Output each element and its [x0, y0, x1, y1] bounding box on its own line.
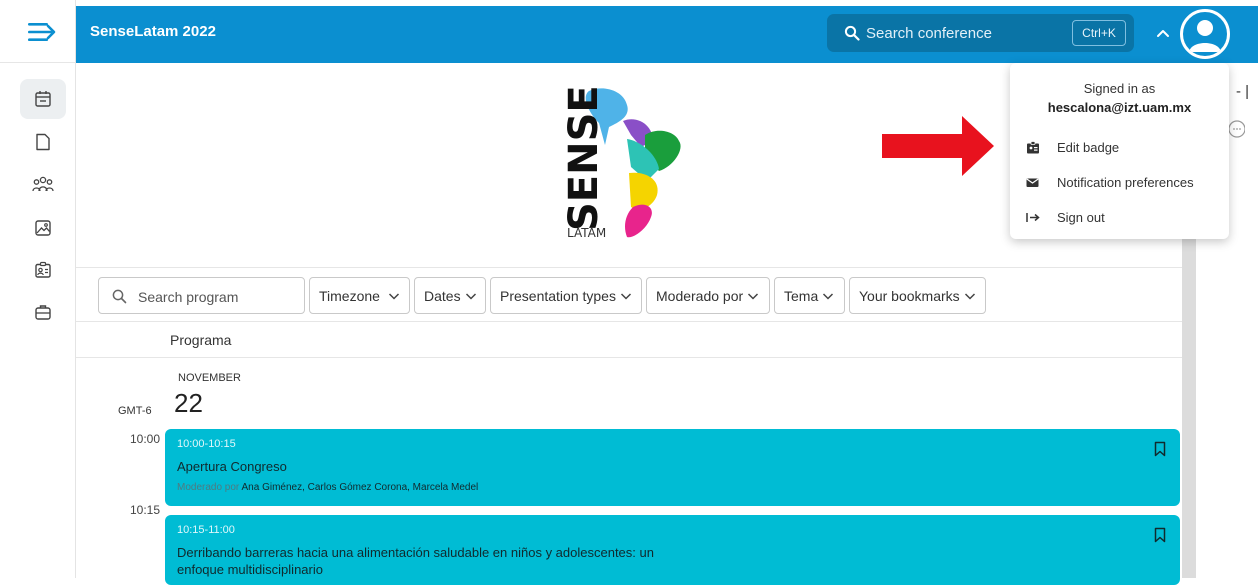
- sign-out-icon: [1026, 212, 1057, 223]
- chevron-down-icon: [823, 292, 834, 300]
- user-menu: Signed in as hescalona@izt.uam.mx Edit b…: [1010, 63, 1229, 239]
- moderator-names: Ana Giménez, Carlos Gómez Corona, Marcel…: [241, 482, 479, 493]
- program-filters: Search program Timezone Dates Presentati…: [76, 267, 1182, 322]
- red-arrow-annotation: [882, 116, 994, 176]
- logo-wordmark: SENSE: [561, 85, 607, 231]
- filter-timezone[interactable]: Timezone: [309, 277, 410, 314]
- filter-presentation-types[interactable]: Presentation types: [490, 277, 642, 314]
- filter-tema[interactable]: Tema: [774, 277, 845, 314]
- search-placeholder: Search conference: [866, 25, 992, 42]
- program-heading: Programa: [170, 332, 232, 348]
- search-icon: [844, 25, 860, 41]
- chip-label: Tema: [784, 287, 819, 304]
- conference-search[interactable]: Search conference Ctrl+K: [827, 14, 1134, 52]
- program-search-placeholder: Search program: [138, 289, 239, 305]
- timezone-label: GMT-6: [118, 405, 152, 417]
- day-number: 22: [174, 388, 203, 418]
- people-icon[interactable]: [20, 165, 66, 205]
- bookmark-icon[interactable]: [1154, 441, 1166, 457]
- menu-item-label: Sign out: [1057, 209, 1105, 225]
- event-title-line: Derribando barreras hacia una alimentaci…: [177, 545, 654, 560]
- month-label: NOVEMBER: [178, 372, 241, 384]
- edge-fragment: - |: [1236, 83, 1250, 100]
- chevron-down-icon: [964, 292, 975, 300]
- event-card[interactable]: 10:00-10:15 Apertura Congreso Moderado p…: [165, 429, 1180, 506]
- chip-label: Moderado por: [656, 287, 744, 304]
- chevron-up-icon[interactable]: [1156, 28, 1170, 38]
- event-moderators: Moderado por Ana Giménez, Carlos Gómez C…: [177, 482, 478, 493]
- document-icon[interactable]: [20, 122, 66, 162]
- logo-subtext: LATAM: [567, 226, 606, 240]
- program-search-input[interactable]: Search program: [98, 277, 305, 314]
- time-label: 10:15: [130, 503, 161, 517]
- sense-latam-logo: SENSE LATAM: [561, 83, 711, 243]
- program-divider: [76, 357, 1182, 358]
- event-title-line: enfoque multidisciplinario: [177, 562, 323, 577]
- badge-edit-icon: [1026, 140, 1057, 154]
- menu-item-edit-badge[interactable]: Edit badge: [1026, 134, 1222, 160]
- chip-label: Timezone: [319, 287, 380, 304]
- avatar-person-icon: [1189, 20, 1221, 52]
- moderator-label: Moderado por: [177, 482, 240, 493]
- search-shortcut: Ctrl+K: [1072, 20, 1126, 46]
- menu-toggle-icon[interactable]: [26, 20, 56, 44]
- time-label: 10:00: [130, 432, 161, 446]
- chip-label: Your bookmarks: [859, 287, 960, 304]
- chevron-down-icon: [388, 292, 399, 300]
- chip-label: Dates: [424, 287, 461, 304]
- search-icon: [112, 289, 127, 304]
- comment-icon: [1228, 120, 1245, 138]
- event-time-range: 10:00-10:15: [177, 438, 236, 450]
- image-icon[interactable]: [20, 208, 66, 248]
- menu-item-label: Notification preferences: [1057, 174, 1194, 190]
- top-bar: SenseLatam 2022 Search conference Ctrl+K: [76, 6, 1258, 63]
- chevron-down-icon: [748, 292, 759, 300]
- briefcase-icon[interactable]: [20, 292, 66, 332]
- filter-moderado-por[interactable]: Moderado por: [646, 277, 770, 314]
- conference-title[interactable]: SenseLatam 2022: [90, 23, 216, 40]
- chevron-down-icon: [620, 292, 631, 300]
- event-card[interactable]: 10:15-11:00 Derribando barreras hacia un…: [165, 515, 1180, 585]
- badge-icon[interactable]: [20, 250, 66, 290]
- side-rail: [0, 0, 76, 578]
- user-avatar[interactable]: [1180, 9, 1230, 59]
- menu-item-sign-out[interactable]: Sign out: [1026, 204, 1222, 230]
- chip-label: Presentation types: [500, 287, 616, 304]
- user-email: hescalona@izt.uam.mx: [1047, 100, 1192, 115]
- envelope-icon: [1026, 177, 1057, 188]
- event-time-range: 10:15-11:00: [177, 524, 235, 536]
- signed-in-label: Signed in as: [1083, 81, 1156, 96]
- menu-item-label: Edit badge: [1057, 139, 1120, 155]
- filter-your-bookmarks[interactable]: Your bookmarks: [849, 277, 986, 314]
- menu-item-notification-preferences[interactable]: Notification preferences: [1026, 169, 1222, 195]
- filter-dates[interactable]: Dates: [414, 277, 486, 314]
- calendar-icon[interactable]: [20, 79, 66, 119]
- bookmark-icon[interactable]: [1154, 527, 1166, 543]
- event-title: Derribando barreras hacia una alimentaci…: [177, 544, 654, 578]
- event-title: Apertura Congreso: [177, 459, 287, 474]
- chevron-down-icon: [465, 292, 476, 300]
- rail-divider: [0, 62, 76, 63]
